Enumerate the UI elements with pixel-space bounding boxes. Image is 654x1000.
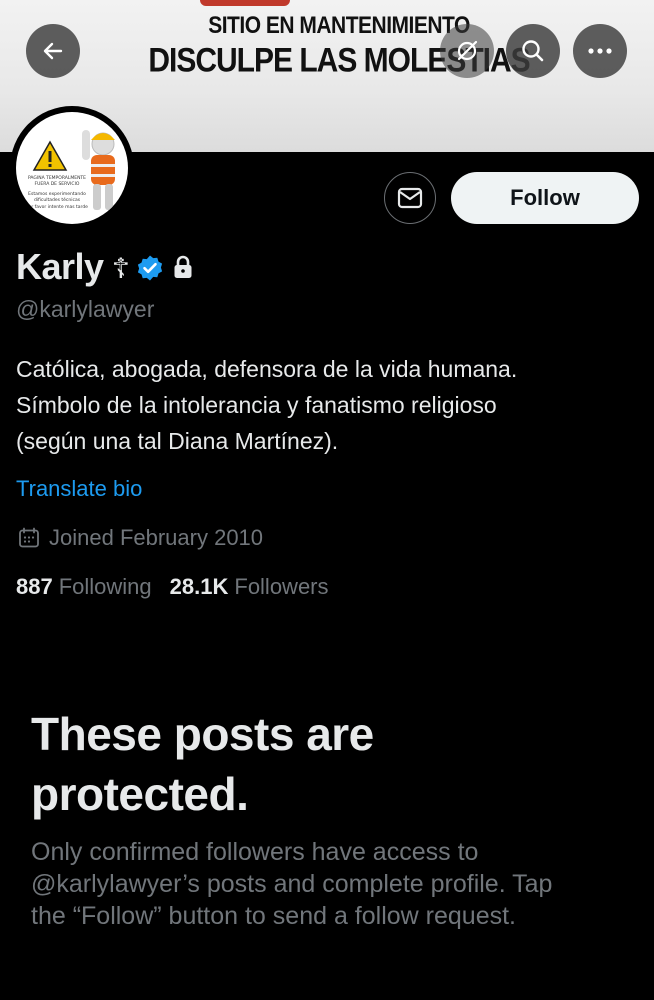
more-button[interactable]: [573, 24, 627, 78]
avatar-text-3: Por favor intente mas tarde: [26, 205, 88, 210]
profile-bio: Católica, abogada, defensora de la vida …: [16, 351, 636, 459]
profile-name-row: Karly ☦: [16, 246, 194, 288]
back-button[interactable]: [26, 24, 80, 78]
followers-link[interactable]: 28.1K Followers: [170, 574, 329, 600]
follow-stats: 887 Following 28.1K Followers: [16, 574, 347, 600]
protected-message-line: @karlylawyer’s posts and complete profil…: [31, 870, 553, 898]
orthodox-cross-symbol: ☦: [111, 252, 130, 284]
protected-message-line: Only confirmed followers have access to: [31, 838, 479, 866]
search-button[interactable]: [506, 24, 560, 78]
following-count: 887: [16, 574, 53, 599]
username-handle: @karlylawyer: [16, 296, 155, 322]
arrow-left-icon: [43, 42, 63, 60]
envelope-icon: [397, 187, 423, 209]
avatar-text-1: PAGINA TEMPORALMENTE FUERA DE SERVICIO: [27, 176, 87, 187]
lock-icon: [174, 255, 192, 278]
banner-text-line1: SITIO EN MANTENIMIENTO: [208, 12, 470, 39]
more-icon: [588, 48, 612, 54]
protected-message-line: the “Follow” button to send a follow req…: [31, 902, 516, 930]
following-label: Following: [58, 574, 152, 599]
verified-badge-icon[interactable]: [136, 254, 164, 282]
translate-bio-link[interactable]: Translate bio: [16, 476, 142, 502]
avatar-text-2: Estamos experimentando dificultades técn…: [28, 192, 86, 203]
protected-title: These posts are protected.: [31, 704, 591, 824]
banner-red-shape: [200, 0, 290, 6]
warning-icon: [32, 140, 68, 171]
protected-title-line: These posts are: [31, 708, 374, 760]
followers-count: 28.1K: [169, 574, 229, 599]
joined-label: Joined February 2010: [49, 525, 264, 550]
calendar-icon: [19, 527, 39, 548]
grok-button[interactable]: [440, 24, 494, 78]
protected-message: Only confirmed followers have access to …: [31, 836, 631, 932]
avatar-image: PAGINA TEMPORALMENTE FUERA DE SERVICIO E…: [16, 112, 128, 224]
message-button[interactable]: [384, 172, 436, 224]
follow-button[interactable]: Follow: [451, 172, 639, 224]
protected-title-line: protected.: [31, 768, 249, 820]
display-name: Karly: [16, 246, 104, 287]
avatar[interactable]: PAGINA TEMPORALMENTE FUERA DE SERVICIO E…: [10, 106, 134, 230]
bio-line: Símbolo de la intolerancia y fanatismo r…: [16, 392, 497, 418]
following-link[interactable]: 887 Following: [16, 574, 152, 600]
bio-line: (según una tal Diana Martínez).: [16, 428, 339, 454]
bio-line: Católica, abogada, defensora de la vida …: [16, 356, 518, 382]
grok-icon: [457, 40, 478, 61]
search-icon: [522, 40, 544, 62]
followers-label: Followers: [234, 574, 329, 599]
joined-date: Joined February 2010: [18, 525, 263, 551]
